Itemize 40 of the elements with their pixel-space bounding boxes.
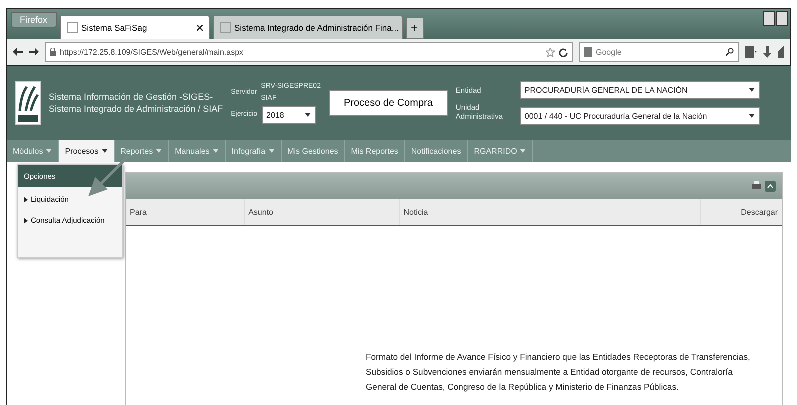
- address-field[interactable]: https://172.25.8.109/SIGES/Web/general/main.aspx: [45, 42, 573, 62]
- unit-select[interactable]: 0001 / 440 - UC Procuraduría General de la Nación: [520, 107, 760, 125]
- lock-icon: [50, 48, 56, 56]
- page-icon: [220, 22, 231, 33]
- system-title: Sistema Integrado de Administración / SIAF: [49, 103, 224, 115]
- system-title: Sistema Información de Gestión -SIGES-: [49, 91, 214, 103]
- column-header: Noticia: [398, 199, 700, 225]
- entity-select[interactable]: PROCURADURÍA GENERAL DE LA NACIÓN: [520, 81, 760, 99]
- search-engine-icon: [584, 47, 592, 57]
- back-icon[interactable]: [13, 47, 23, 57]
- download-icon[interactable]: [763, 46, 772, 58]
- caret-icon: [304, 113, 311, 117]
- search-bar[interactable]: Google: [579, 42, 739, 62]
- bullet-icon: [24, 218, 28, 224]
- close-icon[interactable]: [196, 24, 203, 30]
- bookmarks-icon[interactable]: [745, 46, 757, 58]
- new-tab-button[interactable]: +: [406, 17, 424, 39]
- print-icon[interactable]: [752, 181, 761, 191]
- search-icon[interactable]: [726, 48, 734, 56]
- restore-icon[interactable]: [776, 11, 788, 26]
- forward-icon[interactable]: [29, 47, 39, 57]
- star-icon[interactable]: [546, 48, 555, 56]
- reload-icon[interactable]: [559, 48, 568, 56]
- column-header: Para: [129, 206, 148, 218]
- bullet-icon: [24, 196, 28, 202]
- page-icon: [66, 22, 78, 33]
- browser-tab[interactable]: Sistema SaFiSag: [60, 15, 210, 39]
- purchase-process-button[interactable]: Proceso de Compra: [328, 90, 448, 116]
- collapse-icon[interactable]: [765, 180, 776, 192]
- caret-icon: [748, 88, 755, 92]
- search-field[interactable]: Google: [596, 48, 722, 56]
- logo-icon: [15, 81, 41, 125]
- column-header: Asunto: [244, 199, 399, 225]
- browser-tab[interactable]: Sistema Integrado de Administración Fina...: [212, 15, 403, 39]
- column-header: Descargar: [700, 199, 782, 225]
- caret-icon: [748, 114, 755, 118]
- menu-item[interactable]: Procesos: [59, 140, 115, 162]
- note-paragraph: Formato del Informe de Avance Físico y Financiero que las Entidades Receptoras de Transferencias, Subsidios o Subvenciones enviarán mensualmente a Entidad otorgante de recursos, Contraloría General de Cuentas, Congreso de la República y Ministerio de Finanzas Públicas.: [366, 351, 752, 394]
- minimize-icon[interactable]: [763, 11, 775, 26]
- year-select[interactable]: 2018: [262, 106, 316, 124]
